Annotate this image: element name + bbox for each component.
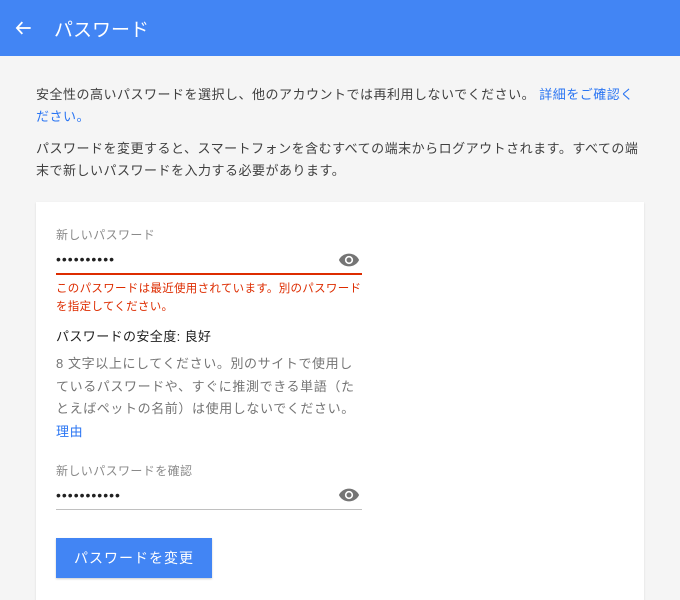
error-message: このパスワードは最近使用されています。別のパスワードを指定してください。: [56, 281, 362, 316]
password-card: 新しいパスワード このパスワードは最近使用されています。別のパスワードを指定して…: [36, 202, 644, 600]
page-title: パスワード: [54, 15, 149, 42]
new-password-row: [56, 245, 362, 275]
intro-text: 安全性の高いパスワードを選択し、他のアカウントでは再利用しないでください。: [36, 87, 535, 102]
content-area: 安全性の高いパスワードを選択し、他のアカウントでは再利用しないでください。 詳細…: [0, 56, 680, 600]
eye-icon[interactable]: [338, 249, 360, 271]
new-password-input[interactable]: [56, 245, 362, 275]
new-password-label: 新しいパスワード: [56, 226, 362, 243]
intro-line-1: 安全性の高いパスワードを選択し、他のアカウントでは再利用しないでください。 詳細…: [36, 84, 644, 128]
strength-value: 良好: [185, 329, 212, 344]
password-hint: 8 文字以上にしてください。別のサイトで使用しているパスワードや、すぐに推測でき…: [56, 353, 362, 444]
change-password-button[interactable]: パスワードを変更: [56, 538, 212, 578]
confirm-password-label: 新しいパスワードを確認: [56, 462, 362, 479]
hint-text: 8 文字以上にしてください。別のサイトで使用しているパスワードや、すぐに推測でき…: [56, 356, 355, 417]
strength-label: パスワードの安全度:: [56, 329, 185, 344]
confirm-password-row: [56, 481, 362, 510]
intro-line-2: パスワードを変更すると、スマートフォンを含むすべての端末からログアウトされます。…: [36, 138, 644, 182]
password-strength: パスワードの安全度: 良好: [56, 326, 362, 345]
eye-icon[interactable]: [338, 484, 360, 506]
confirm-password-input[interactable]: [56, 481, 362, 510]
back-arrow-icon[interactable]: [12, 16, 36, 40]
why-link[interactable]: 理由: [56, 424, 83, 439]
app-header: パスワード: [0, 0, 680, 56]
